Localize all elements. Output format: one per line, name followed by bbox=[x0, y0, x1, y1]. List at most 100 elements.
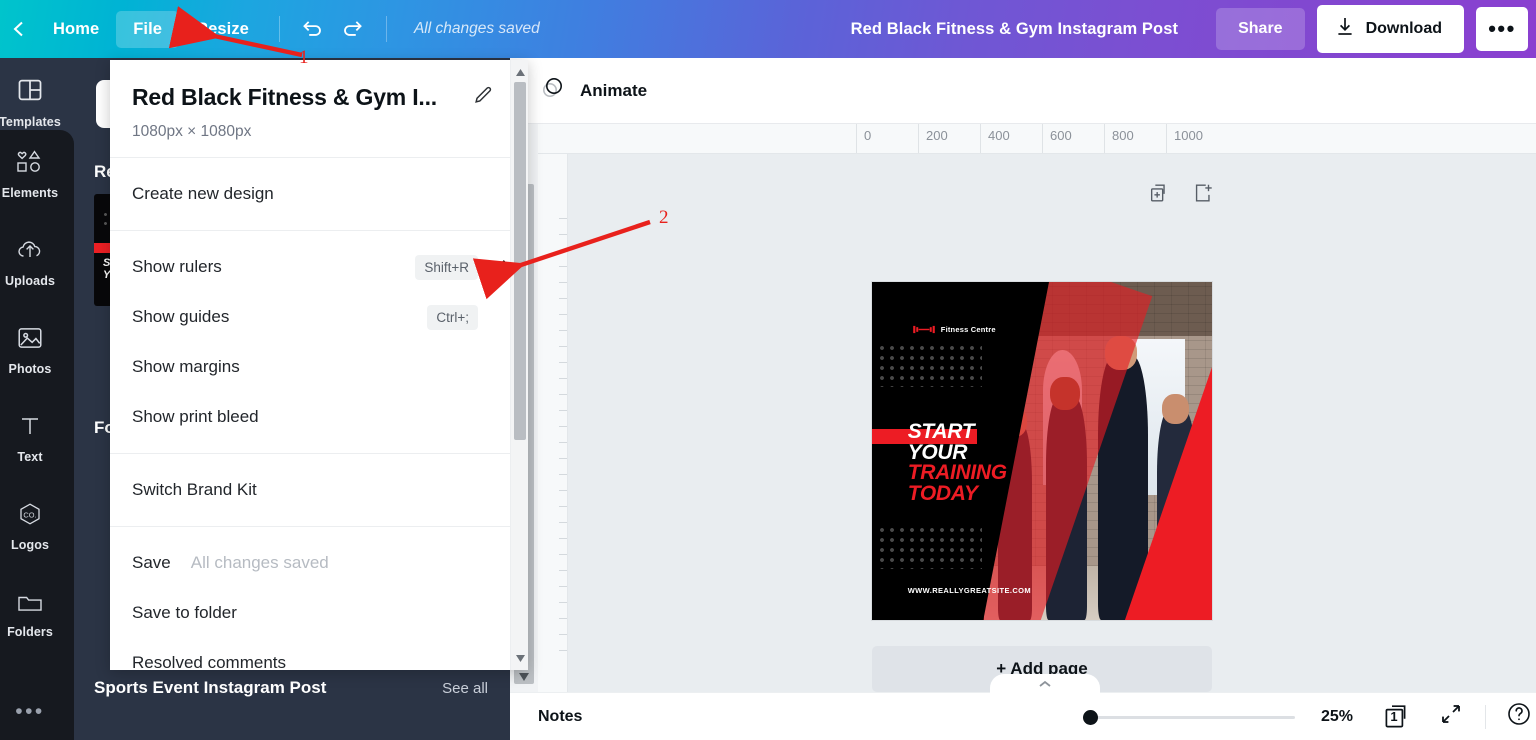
menu-item-label: Create new design bbox=[132, 184, 274, 203]
vertical-ruler[interactable] bbox=[538, 154, 568, 692]
file-menu-scrollbar[interactable] bbox=[510, 60, 528, 670]
text-icon bbox=[17, 413, 43, 444]
notes-panel-toggle[interactable] bbox=[990, 674, 1100, 694]
file-menu-group: Show rulers Shift+R Show guides Ctrl+; S… bbox=[110, 230, 528, 453]
menu-item-label: Save to folder bbox=[132, 603, 237, 622]
design-dimensions: 1080px × 1080px bbox=[132, 123, 252, 140]
sidebar-item-label: Uploads bbox=[4, 273, 55, 288]
sidebar-more-button[interactable]: ••• bbox=[0, 692, 74, 732]
chevron-left-icon bbox=[10, 19, 28, 39]
animate-circles-icon bbox=[540, 75, 566, 106]
undo-button[interactable] bbox=[293, 10, 333, 48]
dumbbell-icon bbox=[912, 321, 935, 339]
redo-button[interactable] bbox=[333, 10, 373, 48]
notes-button[interactable]: Notes bbox=[538, 708, 582, 726]
share-button[interactable]: Share bbox=[1216, 8, 1305, 50]
zoom-slider[interactable] bbox=[1082, 707, 1295, 727]
sidebar-item-folders[interactable]: Folders bbox=[0, 570, 74, 658]
sidebar-item-uploads[interactable]: Uploads bbox=[0, 218, 74, 306]
design-title[interactable]: Red Black Fitness & Gym Instagram Post bbox=[851, 20, 1178, 39]
editor-area: Animate 0 200 400 600 800 1000 Fitness C… bbox=[510, 58, 1536, 740]
menu-item-label: Show rulers bbox=[132, 257, 222, 276]
sidebar-item-text[interactable]: Text bbox=[0, 394, 74, 482]
upload-cloud-icon bbox=[15, 237, 45, 268]
ruler-tick-label: 200 bbox=[918, 124, 980, 153]
chevron-up-icon bbox=[1038, 676, 1052, 694]
menu-item-show-print-bleed[interactable]: Show print bleed bbox=[110, 392, 528, 442]
caret-up-icon[interactable] bbox=[511, 63, 528, 81]
canvas-scroll-region[interactable]: Fitness Centre START YOUR TRAINING TODAY… bbox=[568, 154, 1536, 692]
file-dropdown-menu: Red Black Fitness & Gym I... 1080px × 10… bbox=[110, 60, 528, 670]
menu-item-save-to-folder[interactable]: Save to folder bbox=[110, 588, 528, 638]
svg-text:CO.: CO. bbox=[23, 510, 36, 519]
file-menu-group: Switch Brand Kit bbox=[110, 453, 528, 526]
status-bar: Notes 25% 1 bbox=[510, 692, 1536, 740]
rename-design-button[interactable] bbox=[472, 84, 494, 111]
sidebar-item-photos[interactable]: Photos bbox=[0, 306, 74, 394]
zoom-slider-track bbox=[1082, 715, 1295, 719]
left-sidebar-panel: Elements Uploads Photos Text CO. Logos F… bbox=[0, 130, 74, 740]
menu-item-show-rulers[interactable]: Show rulers Shift+R bbox=[110, 242, 528, 292]
design-page-thumbnail[interactable]: Fitness Centre START YOUR TRAINING TODAY… bbox=[872, 282, 1212, 620]
canva-editor-window: Templates Elements Uploads Photos Text C… bbox=[0, 0, 1536, 740]
file-menu-button[interactable]: File bbox=[116, 10, 180, 48]
left-sidebar-rail: Templates Elements Uploads Photos Text C… bbox=[0, 58, 74, 740]
ruler-tick-label: 800 bbox=[1104, 124, 1166, 153]
menu-item-create-new-design[interactable]: Create new design bbox=[110, 169, 528, 219]
menu-item-save[interactable]: Save All changes saved bbox=[110, 538, 528, 588]
caret-down-icon[interactable] bbox=[511, 649, 528, 667]
sidebar-item-label: Text bbox=[17, 449, 43, 464]
menu-item-resolved-comments[interactable]: Resolved comments bbox=[110, 638, 528, 670]
menu-item-save-status: All changes saved bbox=[190, 553, 329, 572]
file-menu-title: Red Black Fitness & Gym I... bbox=[132, 84, 438, 110]
scrollbar-thumb[interactable] bbox=[514, 82, 526, 440]
expand-arrows-icon bbox=[1439, 705, 1463, 730]
sidebar-item-label: Photos bbox=[8, 361, 52, 376]
annotation-label-2: 2 bbox=[659, 207, 669, 228]
back-button[interactable] bbox=[2, 19, 36, 39]
divider bbox=[385, 16, 387, 42]
more-options-button[interactable]: ••• bbox=[1476, 7, 1528, 51]
menu-item-show-margins[interactable]: Show margins bbox=[110, 342, 528, 392]
add-page-icon[interactable] bbox=[1192, 182, 1214, 209]
page-count-button[interactable]: 1 bbox=[1383, 702, 1413, 732]
undo-icon bbox=[300, 14, 325, 44]
zoom-level-label[interactable]: 25% bbox=[1321, 708, 1353, 726]
fullscreen-button[interactable] bbox=[1439, 702, 1463, 731]
zoom-slider-knob[interactable] bbox=[1082, 709, 1098, 725]
design-website-url: WWW.REALLYGREATSITE.COM bbox=[907, 585, 1032, 595]
download-button[interactable]: Download bbox=[1316, 5, 1464, 53]
headline-line: YOUR bbox=[907, 440, 968, 464]
menu-item-show-guides[interactable]: Show guides Ctrl+; bbox=[110, 292, 528, 342]
panel-see-all-link[interactable]: See all bbox=[442, 680, 488, 697]
menu-item-switch-brand-kit[interactable]: Switch Brand Kit bbox=[110, 465, 528, 515]
horizontal-ruler[interactable]: 0 200 400 600 800 1000 bbox=[538, 124, 1536, 154]
headline-line: TRAINING bbox=[907, 461, 1007, 485]
help-button[interactable] bbox=[1506, 701, 1532, 732]
templates-icon bbox=[16, 76, 44, 109]
elements-icon bbox=[15, 149, 45, 180]
duplicate-page-icon[interactable] bbox=[1148, 182, 1170, 209]
download-label: Download bbox=[1365, 20, 1442, 37]
ruler-tick-label: 1000 bbox=[1166, 124, 1246, 153]
photo-icon bbox=[16, 325, 44, 356]
menu-item-label: Show margins bbox=[132, 357, 240, 376]
menu-item-label: Resolved comments bbox=[132, 653, 287, 670]
sidebar-item-label: Elements bbox=[1, 185, 59, 200]
file-menu-group: Save All changes saved Save to folder Re… bbox=[110, 526, 528, 670]
annotation-label-1: 1 bbox=[299, 47, 309, 68]
resize-button[interactable]: Resize bbox=[179, 11, 266, 48]
animate-button[interactable]: Animate bbox=[528, 67, 659, 114]
page-tools bbox=[1148, 182, 1214, 209]
show-rulers-checkmark bbox=[492, 258, 506, 276]
pencil-icon bbox=[472, 86, 494, 110]
sidebar-item-label: Templates bbox=[0, 114, 61, 129]
headline-line: TODAY bbox=[907, 482, 978, 505]
menu-item-label: Show guides bbox=[132, 307, 230, 326]
brand-logo: Fitness Centre bbox=[912, 321, 996, 339]
home-button[interactable]: Home bbox=[36, 11, 116, 48]
help-circle-icon bbox=[1506, 703, 1532, 731]
sidebar-item-logos[interactable]: CO. Logos bbox=[0, 482, 74, 570]
file-menu-header: Red Black Fitness & Gym I... 1080px × 10… bbox=[110, 60, 528, 158]
sidebar-item-elements[interactable]: Elements bbox=[0, 130, 74, 218]
